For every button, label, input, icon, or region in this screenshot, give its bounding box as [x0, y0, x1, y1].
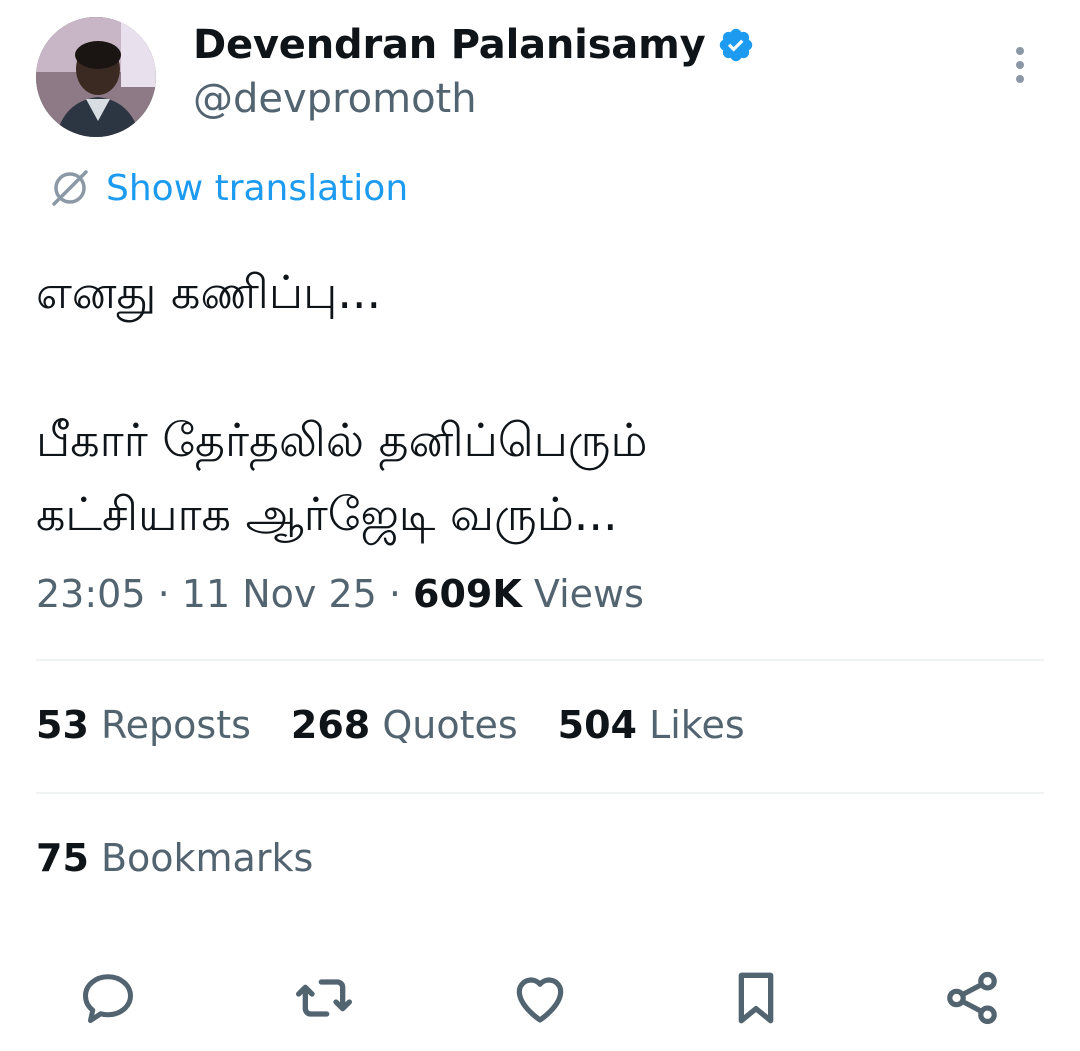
translate-icon: [52, 170, 88, 206]
author-handle[interactable]: @devpromoth: [193, 76, 477, 122]
tweet-text: எனது கணிப்பு... பீகார் தேர்தலில் தனிப்பெ…: [36, 265, 648, 541]
repost-button[interactable]: [292, 966, 356, 1030]
share-icon: [947, 971, 997, 1025]
avatar-image: [36, 17, 156, 137]
repost-icon: [296, 979, 352, 1017]
meta-separator: ·: [376, 572, 414, 616]
quotes-stat[interactable]: 268 Quotes: [291, 703, 518, 747]
show-translation-label[interactable]: Show translation: [106, 168, 408, 209]
bookmark-icon: [738, 972, 774, 1024]
quotes-label: Quotes: [370, 703, 518, 747]
reply-button[interactable]: [76, 966, 140, 1030]
reposts-stat[interactable]: 53 Reposts: [36, 703, 251, 747]
meta-separator: ·: [145, 572, 182, 616]
bookmarks-label: Bookmarks: [88, 836, 314, 880]
show-translation-link[interactable]: Show translation: [48, 166, 408, 210]
likes-stat[interactable]: 504 Likes: [558, 703, 745, 747]
views-count: 609K: [413, 572, 522, 616]
author-name-row[interactable]: Devendran Palanisamy: [193, 22, 755, 68]
tweet-time[interactable]: 23:05: [36, 572, 146, 616]
divider: [36, 792, 1044, 794]
quotes-count: 268: [290, 703, 371, 747]
views-label: Views: [521, 572, 644, 616]
engagement-stats: 53 Reposts 268 Quotes 504 Likes: [36, 703, 745, 747]
reposts-label: Reposts: [88, 703, 251, 747]
share-button[interactable]: [940, 966, 1004, 1030]
divider: [36, 659, 1044, 661]
more-vertical-icon: [1016, 47, 1024, 83]
reply-icon: [83, 974, 133, 1023]
author-name[interactable]: Devendran Palanisamy: [193, 22, 706, 68]
tweet-meta: 23:05 · 11 Nov 25 · 609K Views: [36, 572, 644, 616]
verified-badge-icon: [720, 28, 753, 62]
likes-label: Likes: [636, 703, 745, 747]
tweet-date[interactable]: 11 Nov 25: [182, 572, 377, 616]
bookmark-button[interactable]: [724, 966, 788, 1030]
like-button[interactable]: [508, 966, 572, 1030]
more-options-button[interactable]: [1004, 42, 1036, 92]
bookmarks-count: 75: [36, 836, 89, 880]
avatar[interactable]: [36, 17, 156, 137]
like-icon: [516, 977, 564, 1023]
reposts-count: 53: [36, 703, 89, 747]
likes-count: 504: [557, 703, 637, 747]
bookmarks-stat[interactable]: 75 Bookmarks: [36, 836, 313, 880]
